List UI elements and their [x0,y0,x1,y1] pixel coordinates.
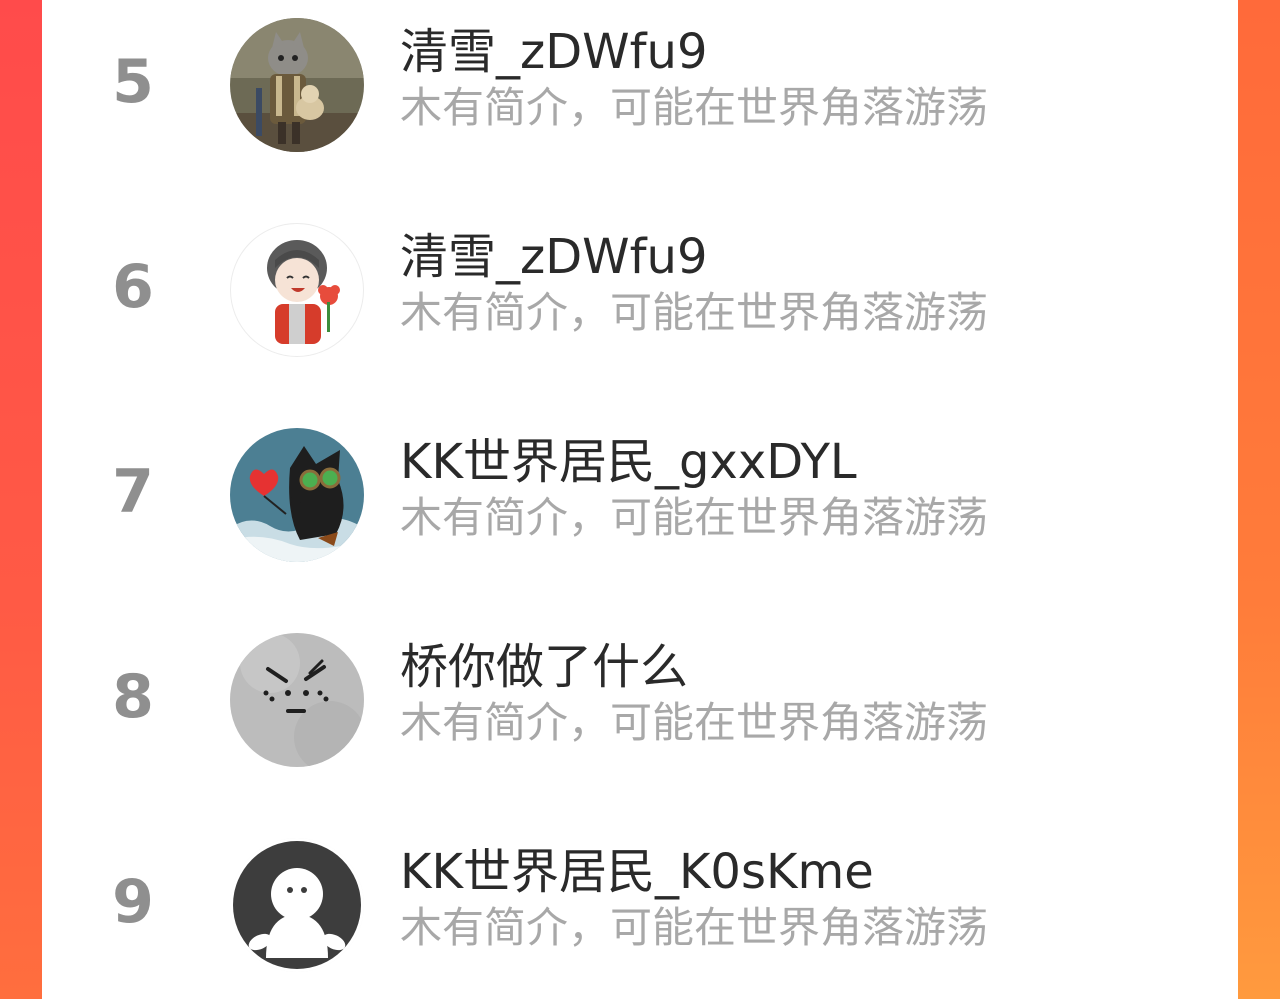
user-name: 桥你做了什么 [400,639,689,695]
rank-number: 6 [112,252,154,322]
ranking-row[interactable]: 8 桥你做了什么 木有简介，可能在世界角落游荡 [42,621,1238,771]
rank-number: 5 [112,47,154,117]
left-gradient-edge [0,0,42,999]
grumpy-face-avatar-icon[interactable] [230,633,364,767]
user-name: KK世界居民_gxxDYL [400,434,857,490]
user-bio: 木有简介，可能在世界角落游荡 [400,698,989,747]
user-name: 清雪_zDWfu9 [400,24,708,80]
ranking-row[interactable]: 9 KK世界居民_K0sKme 木有简介，可能在世界角落游荡 [42,826,1238,976]
right-gradient-edge [1238,0,1280,999]
rank-number: 9 [112,867,154,937]
user-bio: 木有简介，可能在世界角落游荡 [400,288,989,337]
user-bio: 木有简介，可能在世界角落游荡 [400,903,989,952]
ranking-row[interactable]: 7 KK世界居民_gxxDYL 木有简介，可能在世界角落游荡 [42,416,1238,566]
ranking-row[interactable]: 5 清雪_zDWfu9 木有简介，可能在世界角落游荡 [42,6,1238,156]
cat-with-dog-photo-avatar-icon[interactable] [230,18,364,152]
user-name: KK世界居民_K0sKme [400,844,874,900]
default-ghost-avatar-icon[interactable] [230,838,364,972]
user-bio: 木有简介，可能在世界角落游荡 [400,493,989,542]
ranking-list-panel: 5 清雪_zDWfu9 木有简介，可能在世界角落游荡 6 清雪_zDWfu9 木… [42,0,1238,999]
black-cat-with-goggles-avatar-icon[interactable] [230,428,364,562]
rank-number: 7 [112,457,154,527]
anime-boy-with-flower-avatar-icon[interactable] [230,223,364,357]
user-bio: 木有简介，可能在世界角落游荡 [400,83,989,132]
rank-number: 8 [112,662,154,732]
user-name: 清雪_zDWfu9 [400,229,708,285]
ranking-row[interactable]: 6 清雪_zDWfu9 木有简介，可能在世界角落游荡 [42,211,1238,361]
